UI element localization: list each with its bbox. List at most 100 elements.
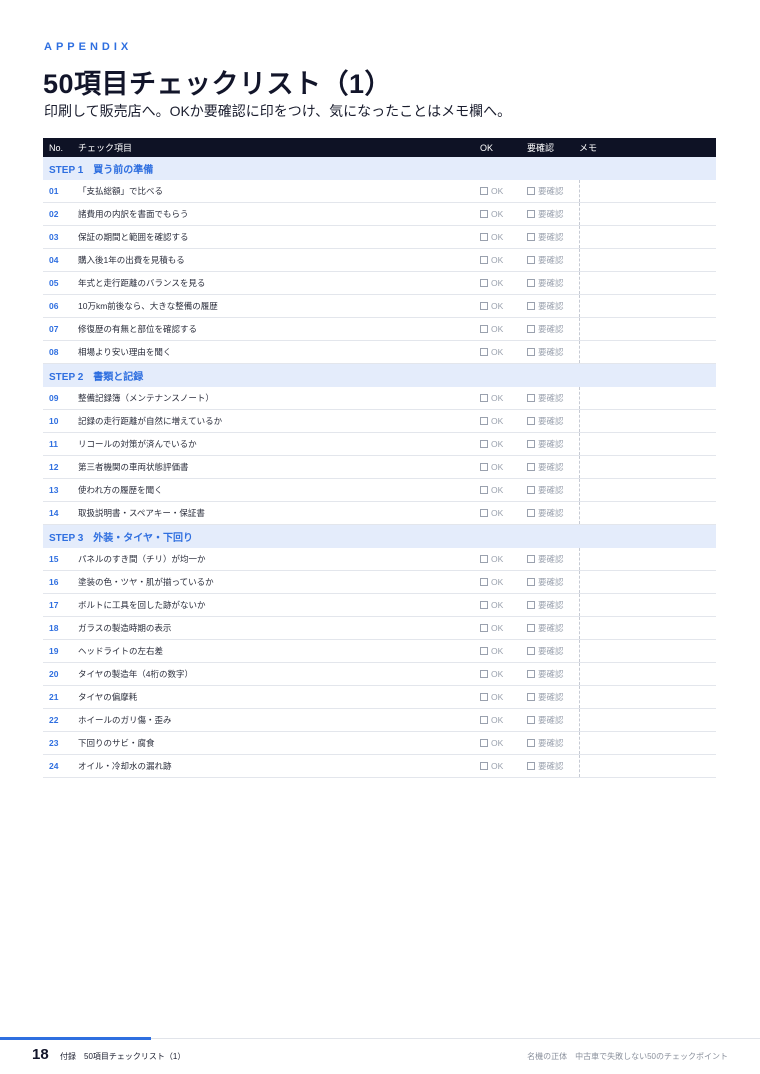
needs-check-checkbox[interactable]: 要確認 [527, 432, 579, 456]
needs-check-checkbox[interactable]: 要確認 [527, 731, 579, 755]
needs-check-checkbox[interactable]: 要確認 [527, 478, 579, 502]
item-number: 16 [43, 570, 78, 594]
item-label: 購入後1年の出費を見積もる [78, 248, 480, 272]
item-number: 11 [43, 432, 78, 456]
needs-check-checkbox[interactable]: 要確認 [527, 570, 579, 594]
needs-check-checkbox[interactable]: 要確認 [527, 616, 579, 640]
table-row: 23 下回りのサビ・腐食 OK 要確認 [43, 731, 716, 755]
ok-checkbox[interactable]: OK [480, 639, 527, 663]
memo-field[interactable] [578, 548, 716, 571]
memo-field[interactable] [578, 248, 716, 272]
memo-field[interactable] [578, 271, 716, 295]
ok-label: OK [491, 715, 504, 725]
needs-check-checkbox[interactable]: 要確認 [527, 685, 579, 709]
needs-check-checkbox[interactable]: 要確認 [527, 340, 579, 364]
ok-checkbox[interactable]: OK [480, 271, 527, 295]
table-row: 08 相場より安い理由を聞く OK 要確認 [43, 340, 716, 364]
memo-field[interactable] [578, 409, 716, 433]
needs-check-checkbox[interactable]: 要確認 [527, 593, 579, 617]
memo-field[interactable] [578, 478, 716, 502]
ok-checkbox[interactable]: OK [480, 180, 527, 203]
needs-check-checkbox[interactable]: 要確認 [527, 639, 579, 663]
ok-checkbox[interactable]: OK [480, 409, 527, 433]
ok-checkbox[interactable]: OK [480, 731, 527, 755]
needs-check-checkbox[interactable]: 要確認 [527, 662, 579, 686]
ok-checkbox[interactable]: OK [480, 708, 527, 732]
ok-checkbox[interactable]: OK [480, 616, 527, 640]
memo-field[interactable] [578, 317, 716, 341]
memo-field[interactable] [578, 455, 716, 479]
memo-field[interactable] [578, 616, 716, 640]
needs-check-checkbox[interactable]: 要確認 [527, 202, 579, 226]
memo-field[interactable] [578, 432, 716, 456]
ok-checkbox[interactable]: OK [480, 754, 527, 778]
ok-checkbox[interactable]: OK [480, 294, 527, 318]
item-label: 取扱説明書・スペアキー・保証書 [78, 501, 480, 525]
memo-field[interactable] [578, 708, 716, 732]
needs-check-checkbox[interactable]: 要確認 [527, 387, 579, 410]
item-label: ボルトに工具を回した跡がないか [78, 593, 480, 617]
ok-checkbox[interactable]: OK [480, 455, 527, 479]
checkbox-icon [480, 463, 488, 471]
item-label: 塗装の色・ツヤ・肌が揃っているか [78, 570, 480, 594]
memo-field[interactable] [578, 662, 716, 686]
ok-checkbox[interactable]: OK [480, 202, 527, 226]
memo-field[interactable] [578, 501, 716, 525]
memo-field[interactable] [578, 685, 716, 709]
memo-field[interactable] [578, 570, 716, 594]
table-row: 04 購入後1年の出費を見積もる OK 要確認 [43, 248, 716, 272]
needs-check-checkbox[interactable]: 要確認 [527, 548, 579, 571]
item-label: 年式と走行距離のバランスを見る [78, 271, 480, 295]
ok-checkbox[interactable]: OK [480, 317, 527, 341]
memo-field[interactable] [578, 754, 716, 778]
needs-check-label: 要確認 [538, 393, 564, 403]
memo-field[interactable] [578, 180, 716, 203]
ok-checkbox[interactable]: OK [480, 387, 527, 410]
memo-field[interactable] [578, 639, 716, 663]
needs-check-label: 要確認 [538, 439, 564, 449]
checkbox-icon [480, 302, 488, 310]
column-header-memo: メモ [579, 138, 716, 157]
column-header-item: チェック項目 [78, 138, 480, 157]
table-row: 03 保証の期間と範囲を確認する OK 要確認 [43, 225, 716, 249]
ok-checkbox[interactable]: OK [480, 248, 527, 272]
memo-field[interactable] [578, 294, 716, 318]
ok-checkbox[interactable]: OK [480, 685, 527, 709]
ok-checkbox[interactable]: OK [480, 593, 527, 617]
item-number: 22 [43, 708, 78, 732]
memo-field[interactable] [578, 731, 716, 755]
needs-check-checkbox[interactable]: 要確認 [527, 409, 579, 433]
memo-field[interactable] [578, 593, 716, 617]
memo-field[interactable] [578, 340, 716, 364]
footer-accent-bar [0, 1037, 151, 1040]
needs-check-checkbox[interactable]: 要確認 [527, 271, 579, 295]
ok-checkbox[interactable]: OK [480, 478, 527, 502]
memo-field[interactable] [578, 387, 716, 410]
table-row: 22 ホイールのガリ傷・歪み OK 要確認 [43, 708, 716, 732]
ok-checkbox[interactable]: OK [480, 340, 527, 364]
ok-checkbox[interactable]: OK [480, 432, 527, 456]
table-row: 01 「支払総額」で比べる OK 要確認 [43, 180, 716, 203]
needs-check-checkbox[interactable]: 要確認 [527, 708, 579, 732]
ok-checkbox[interactable]: OK [480, 501, 527, 525]
needs-check-checkbox[interactable]: 要確認 [527, 317, 579, 341]
ok-checkbox[interactable]: OK [480, 662, 527, 686]
ok-label: OK [491, 669, 504, 679]
memo-field[interactable] [578, 202, 716, 226]
ok-checkbox[interactable]: OK [480, 570, 527, 594]
column-header-no: No. [43, 138, 78, 157]
checkbox-icon [527, 210, 535, 218]
needs-check-checkbox[interactable]: 要確認 [527, 180, 579, 203]
needs-check-checkbox[interactable]: 要確認 [527, 294, 579, 318]
needs-check-checkbox[interactable]: 要確認 [527, 754, 579, 778]
ok-checkbox[interactable]: OK [480, 225, 527, 249]
ok-checkbox[interactable]: OK [480, 548, 527, 571]
needs-check-checkbox[interactable]: 要確認 [527, 501, 579, 525]
needs-check-checkbox[interactable]: 要確認 [527, 225, 579, 249]
needs-check-checkbox[interactable]: 要確認 [527, 455, 579, 479]
footer-section-label: 付録 50項目チェックリスト（1） [60, 1052, 186, 1061]
memo-field[interactable] [578, 225, 716, 249]
table-row: 16 塗装の色・ツヤ・肌が揃っているか OK 要確認 [43, 570, 716, 594]
needs-check-checkbox[interactable]: 要確認 [527, 248, 579, 272]
item-number: 15 [43, 548, 78, 571]
